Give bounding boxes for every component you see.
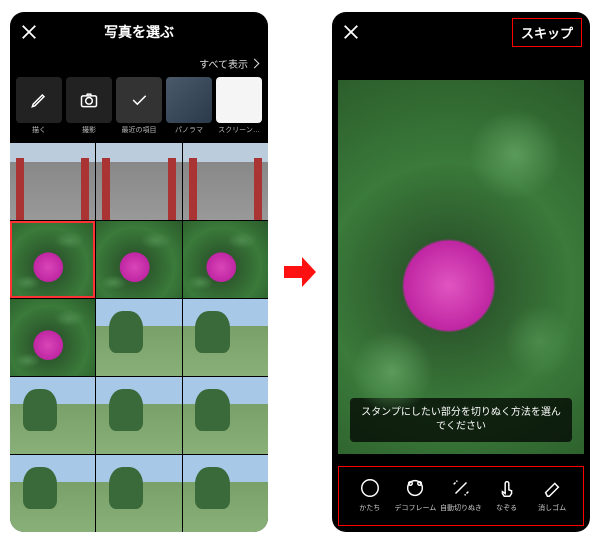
camera-icon bbox=[79, 90, 99, 110]
cutout-toolbar: かたち デコフレーム 自動切りぬき なぞる 消しゴム bbox=[338, 466, 584, 526]
show-all-row: すべて表示 bbox=[10, 52, 268, 73]
wand-icon bbox=[450, 477, 472, 499]
tool-decoframe[interactable]: デコフレーム bbox=[393, 477, 437, 513]
tool-trace[interactable]: なぞる bbox=[485, 477, 529, 513]
photo-grid bbox=[10, 143, 268, 532]
photo-cell[interactable] bbox=[96, 455, 181, 532]
source-panorama[interactable] bbox=[166, 77, 212, 123]
photo-cell[interactable] bbox=[96, 299, 181, 376]
photo-cell[interactable] bbox=[96, 221, 181, 298]
photo-cell-selected[interactable] bbox=[10, 221, 95, 298]
eraser-icon bbox=[541, 477, 563, 499]
tool-label: かたち bbox=[359, 503, 380, 513]
photo-cell[interactable] bbox=[183, 299, 268, 376]
photo-cell[interactable] bbox=[183, 455, 268, 532]
check-icon bbox=[129, 90, 149, 110]
show-all-label: すべて表示 bbox=[199, 56, 248, 71]
photo-cell[interactable] bbox=[96, 143, 181, 220]
tool-eraser[interactable]: 消しゴム bbox=[530, 477, 574, 513]
editor-canvas[interactable]: スタンプにしたい部分を切りぬく方法を選んでください bbox=[338, 80, 584, 454]
photo-cell[interactable] bbox=[10, 377, 95, 454]
source-draw[interactable] bbox=[16, 77, 62, 123]
photo-cell[interactable] bbox=[183, 143, 268, 220]
source-label: スクリーン… bbox=[218, 125, 260, 135]
frame-icon bbox=[404, 477, 426, 499]
chevron-right-icon bbox=[250, 59, 260, 69]
finger-icon bbox=[496, 477, 518, 499]
source-recent[interactable] bbox=[116, 77, 162, 123]
instruction-tip: スタンプにしたい部分を切りぬく方法を選んでください bbox=[350, 398, 572, 442]
circle-icon bbox=[359, 477, 381, 499]
tool-label: 自動切りぬき bbox=[440, 503, 482, 513]
photo-cell[interactable] bbox=[10, 143, 95, 220]
photo-cell[interactable] bbox=[183, 221, 268, 298]
source-label: 最近の項目 bbox=[122, 125, 157, 135]
picker-screen: 写真を選ぶ すべて表示 描く 撮影 最近の項目 パノラマ bbox=[10, 12, 268, 532]
tool-shape[interactable]: かたち bbox=[348, 477, 392, 513]
close-icon[interactable] bbox=[20, 23, 38, 41]
picker-header: 写真を選ぶ bbox=[10, 12, 268, 52]
show-all-button[interactable]: すべて表示 bbox=[199, 56, 258, 71]
source-bar: 描く 撮影 最近の項目 パノラマ スクリーン… bbox=[10, 73, 268, 143]
tool-label: デコフレーム bbox=[394, 503, 436, 513]
close-icon[interactable] bbox=[342, 23, 360, 41]
source-label: パノラマ bbox=[175, 125, 203, 135]
photo-cell[interactable] bbox=[10, 455, 95, 532]
source-label: 撮影 bbox=[82, 125, 96, 135]
tool-label: なぞる bbox=[496, 503, 517, 513]
skip-button[interactable]: スキップ bbox=[512, 18, 582, 47]
source-camera[interactable] bbox=[66, 77, 112, 123]
source-label: 描く bbox=[32, 125, 46, 135]
pencil-icon bbox=[29, 90, 49, 110]
photo-cell[interactable] bbox=[10, 299, 95, 376]
source-screenshot[interactable] bbox=[216, 77, 262, 123]
editor-screen: スキップ スタンプにしたい部分を切りぬく方法を選んでください かたち デコフレー… bbox=[332, 12, 590, 532]
editor-header: スキップ bbox=[332, 12, 590, 52]
picker-title: 写真を選ぶ bbox=[104, 22, 174, 42]
tool-autocut[interactable]: 自動切りぬき bbox=[439, 477, 483, 513]
arrow-right-icon bbox=[280, 252, 320, 292]
photo-cell[interactable] bbox=[183, 377, 268, 454]
tool-label: 消しゴム bbox=[538, 503, 566, 513]
photo-cell[interactable] bbox=[96, 377, 181, 454]
